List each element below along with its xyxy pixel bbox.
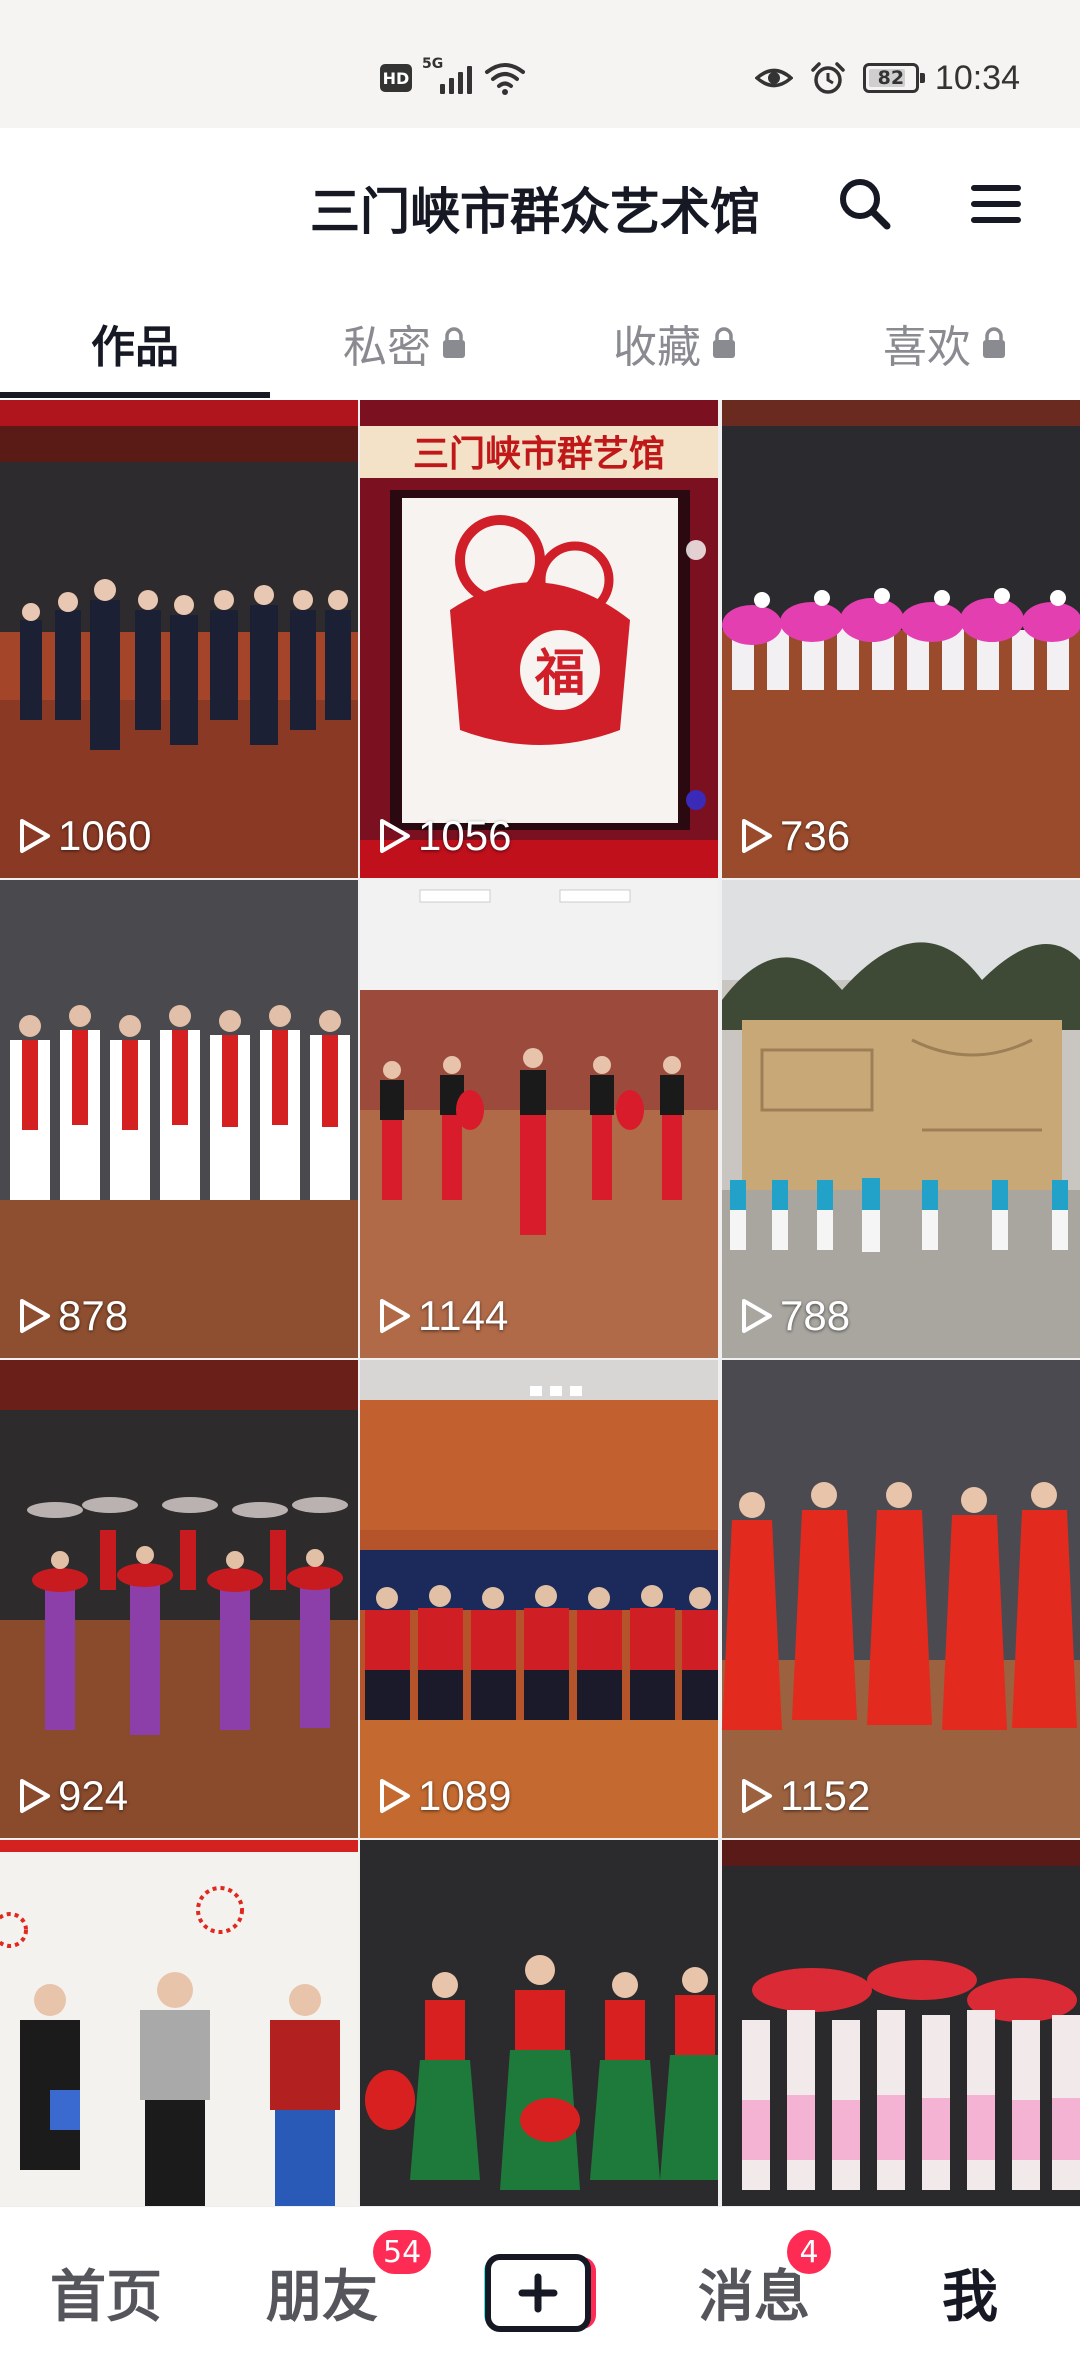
nav-messages[interactable]: 消息 4 [664, 2207, 844, 2376]
play-count-text: 1152 [780, 1772, 871, 1819]
play-count-text: 788 [780, 1292, 851, 1339]
banner-text: 三门峡市群艺馆 [413, 434, 665, 475]
play-count-text: 1089 [418, 1772, 512, 1819]
play-icon [380, 1299, 410, 1333]
nav-home-label: 首页 [50, 2264, 162, 2330]
play-icon [742, 819, 772, 853]
play-icon [20, 1299, 50, 1333]
play-icon [742, 1779, 772, 1813]
status-right: 82 10:34 [754, 56, 1020, 100]
video-thumbnail[interactable]: 788 [722, 880, 1080, 1358]
play-count: 736 [740, 812, 850, 860]
friends-badge: 54 [370, 2227, 435, 2277]
play-count-text: 1060 [58, 812, 152, 859]
play-count: 924 [18, 1772, 128, 1820]
thumbnail-image [722, 1360, 1080, 1838]
profile-header: 三门峡市群众艺术馆 [0, 128, 1080, 288]
battery-indicator: 82 [862, 63, 925, 93]
thumbnail-image [722, 400, 1080, 878]
nav-me[interactable]: 我 [880, 2207, 1060, 2376]
thumbnail-image [722, 1840, 1080, 2206]
play-icon [20, 819, 50, 853]
status-left: HD 5G [380, 56, 526, 100]
play-icon [380, 1779, 410, 1813]
lock-icon [983, 327, 1005, 358]
video-thumbnail[interactable]: 三门峡市群艺馆 福 1056 [360, 400, 718, 878]
lock-icon [443, 327, 465, 358]
video-thumbnail[interactable]: 1144 [360, 880, 718, 1358]
status-bar: HD 5G 82 10:34 [0, 0, 1080, 128]
tab-label: 喜欢 [883, 322, 971, 373]
play-count: 1152 [740, 1772, 870, 1820]
nav-friends-label: 朋友 [266, 2264, 378, 2330]
play-count-text: 736 [780, 812, 851, 859]
play-count: 1056 [378, 812, 511, 860]
fu-text: 福 [534, 643, 585, 702]
video-thumbnail[interactable]: 736 [722, 400, 1080, 878]
thumbnail-image [722, 880, 1080, 1358]
menu-icon[interactable] [966, 174, 1026, 234]
nav-friends[interactable]: 朋友 54 [232, 2207, 435, 2376]
thumbnail-image [0, 1360, 358, 1838]
tab-favorites[interactable]: 收藏 [540, 288, 810, 398]
play-count: 878 [18, 1292, 128, 1340]
video-thumbnail[interactable] [722, 1840, 1080, 2206]
tab-label: 作品 [91, 322, 179, 373]
tab-private[interactable]: 私密 [270, 288, 540, 398]
play-count: 1144 [378, 1292, 508, 1340]
thumbnail-image [360, 1360, 718, 1838]
tab-likes[interactable]: 喜欢 [810, 288, 1080, 398]
bottom-nav: 首页 朋友 54 消息 4 我 [0, 2206, 1080, 2376]
play-icon [742, 1299, 772, 1333]
thumbnail-image [0, 880, 358, 1358]
video-thumbnail[interactable]: 1060 [0, 400, 358, 878]
page-title: 三门峡市群众艺术馆 [310, 183, 760, 241]
tab-label: 私密 [343, 322, 431, 373]
signal-icon: 5G [422, 56, 474, 96]
tab-active-underline [0, 392, 270, 398]
lock-icon [713, 327, 735, 358]
content-tabs: 作品 私密 收藏 喜欢 [0, 288, 1080, 398]
video-thumbnail[interactable]: 1152 [722, 1360, 1080, 1838]
wifi-icon [485, 63, 525, 95]
nav-me-label: 我 [942, 2264, 998, 2330]
thumbnail-image [360, 1840, 718, 2206]
video-thumbnail[interactable]: 1089 [360, 1360, 718, 1838]
thumbnail-image: 三门峡市群艺馆 福 [360, 400, 718, 878]
play-count-text: 924 [58, 1772, 129, 1819]
thumbnail-image [0, 400, 358, 878]
play-count: 1060 [18, 812, 151, 860]
tab-works[interactable]: 作品 [0, 288, 270, 398]
add-button[interactable] [478, 2251, 598, 2335]
video-thumbnail[interactable] [0, 1840, 358, 2206]
video-thumbnail[interactable] [360, 1840, 718, 2206]
eye-icon [754, 68, 793, 88]
play-icon [20, 1779, 50, 1813]
play-count: 788 [740, 1292, 850, 1340]
messages-badge: 4 [784, 2227, 834, 2277]
play-count: 1089 [378, 1772, 511, 1820]
video-grid: 1060 三门峡市群艺馆 福 1056 736 878 1144 788 924… [0, 400, 1080, 2206]
thumbnail-image [0, 1840, 358, 2206]
hd-badge: HD [380, 64, 412, 92]
play-count-text: 878 [58, 1292, 129, 1339]
tab-label: 收藏 [613, 322, 701, 373]
nav-home[interactable]: 首页 [16, 2207, 196, 2376]
battery-text: 82 [877, 67, 905, 89]
play-icon [380, 819, 410, 853]
thumbnail-image [360, 880, 718, 1358]
play-count-text: 1144 [418, 1292, 509, 1339]
search-icon[interactable] [835, 174, 895, 234]
clock: 10:34 [934, 58, 1020, 97]
play-count-text: 1056 [418, 812, 512, 859]
alarm-icon [811, 62, 845, 94]
video-thumbnail[interactable]: 924 [0, 1360, 358, 1838]
video-thumbnail[interactable]: 878 [0, 880, 358, 1358]
